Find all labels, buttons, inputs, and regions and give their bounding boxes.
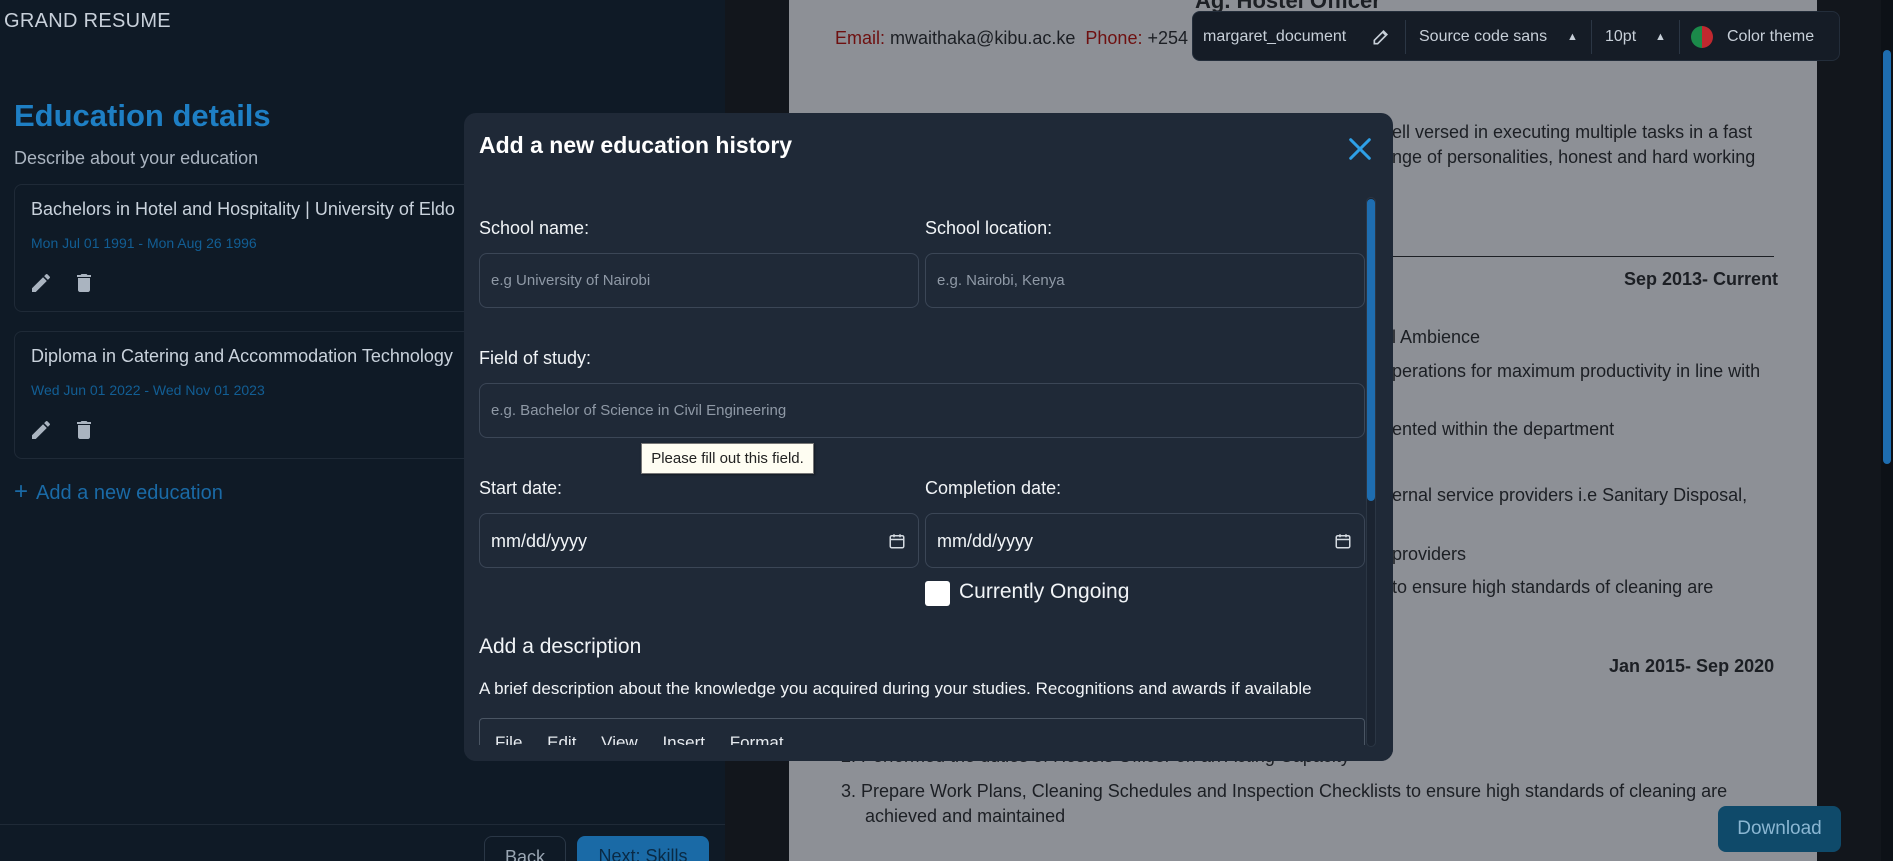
calendar-icon[interactable] [888, 532, 906, 550]
resume-contact: Email: mwaithaka@kibu.ac.ke Phone: +254 [835, 28, 1188, 49]
add-education-button[interactable]: + Add a new education [14, 478, 223, 506]
page-subtitle: Describe about your education [14, 148, 259, 168]
delete-icon[interactable] [72, 418, 96, 442]
resume-divider [1389, 256, 1774, 257]
field-of-study-label: Field of study: [479, 348, 592, 368]
job-line: providers [1392, 544, 1467, 564]
job-line: l Ambience [1392, 327, 1481, 347]
description-subtitle: A brief description about the knowledge … [479, 679, 1312, 698]
education-card-title: Diploma in Catering and Accommodation Te… [31, 346, 453, 366]
phone-value: +254 [1147, 28, 1189, 48]
phone-label: Phone: [1085, 28, 1143, 48]
modal-bottom-edge [464, 745, 1393, 761]
job-line: to ensure high standards of cleaning are [1392, 577, 1714, 597]
job-dates: Sep 2013- Current [1624, 269, 1779, 289]
close-icon[interactable] [1344, 133, 1376, 165]
education-card-dates: Wed Jun 01 2022 - Wed Nov 01 2023 [31, 382, 265, 398]
completion-date-input[interactable]: mm/dd/yyyy [925, 513, 1365, 568]
email-value: mwaithaka@kibu.ac.ke [890, 28, 1076, 48]
toolbar-separator [1679, 20, 1680, 54]
document-name[interactable]: margaret_document [1203, 12, 1346, 62]
color-theme-icon [1691, 26, 1713, 48]
footer-divider [0, 824, 725, 825]
toolbar-separator [1405, 20, 1406, 54]
modal-title: Add a new education history [479, 132, 793, 158]
chevron-updown-icon: ▲ [1567, 31, 1578, 43]
job-line: ented within the department [1392, 419, 1615, 439]
back-button[interactable]: Back [484, 836, 566, 861]
pencil-icon[interactable] [1371, 27, 1391, 47]
download-button[interactable]: Download [1718, 806, 1841, 852]
job-line: 3. Prepare Work Plans, Cleaning Schedule… [841, 781, 1728, 801]
job-dates: Jan 2015- Sep 2020 [1609, 656, 1775, 676]
start-date-label: Start date: [479, 478, 563, 498]
document-toolbar: margaret_document Source code sans ▲ 10p… [1192, 11, 1840, 61]
email-label: Email: [835, 28, 886, 48]
font-select[interactable]: Source code sans [1419, 12, 1547, 62]
calendar-icon[interactable] [1334, 532, 1352, 550]
chevron-updown-icon: ▲ [1655, 31, 1666, 43]
edit-icon[interactable] [29, 271, 53, 295]
toolbar-separator [1591, 20, 1592, 54]
modal-scrollbar-thumb[interactable] [1367, 199, 1375, 501]
start-date-input[interactable]: mm/dd/yyyy [479, 513, 919, 568]
edit-icon[interactable] [29, 418, 53, 442]
currently-ongoing-checkbox[interactable] [925, 581, 950, 606]
currently-ongoing-label[interactable]: Currently Ongoing [959, 580, 1129, 604]
add-education-label: Add a new education [36, 482, 223, 504]
completion-date-value: mm/dd/yyyy [937, 531, 1034, 551]
validation-tooltip: Please fill out this field. [641, 443, 814, 474]
job-line: perations for maximum productivity in li… [1392, 361, 1761, 381]
job-line: achieved and maintained [865, 806, 1066, 826]
next-button[interactable]: Next: Skills [577, 836, 709, 861]
app-title: GRAND RESUME [4, 10, 171, 32]
page-title: Education details [14, 98, 271, 133]
field-of-study-input[interactable] [479, 383, 1365, 438]
school-location-input[interactable] [925, 253, 1365, 308]
start-date-value: mm/dd/yyyy [491, 531, 588, 551]
school-name-input[interactable] [479, 253, 919, 308]
size-select[interactable]: 10pt [1605, 12, 1636, 62]
school-location-label: School location: [925, 218, 1053, 238]
completion-date-label: Completion date: [925, 478, 1062, 498]
job-line: ernal service providers i.e Sanitary Dis… [1392, 485, 1748, 505]
plus-icon: + [14, 478, 29, 505]
page-scrollbar-thumb[interactable] [1883, 50, 1891, 464]
color-theme-button[interactable]: Color theme [1727, 12, 1814, 62]
education-card-title: Bachelors in Hotel and Hospitality | Uni… [31, 199, 455, 219]
resume-summary-line: nge of personalities, honest and hard wo… [1392, 147, 1756, 167]
school-name-label: School name: [479, 218, 590, 238]
delete-icon[interactable] [72, 271, 96, 295]
education-card-dates: Mon Jul 01 1991 - Mon Aug 26 1996 [31, 235, 257, 251]
description-title: Add a description [479, 635, 642, 658]
resume-summary-line: ell versed in executing multiple tasks i… [1392, 122, 1753, 142]
